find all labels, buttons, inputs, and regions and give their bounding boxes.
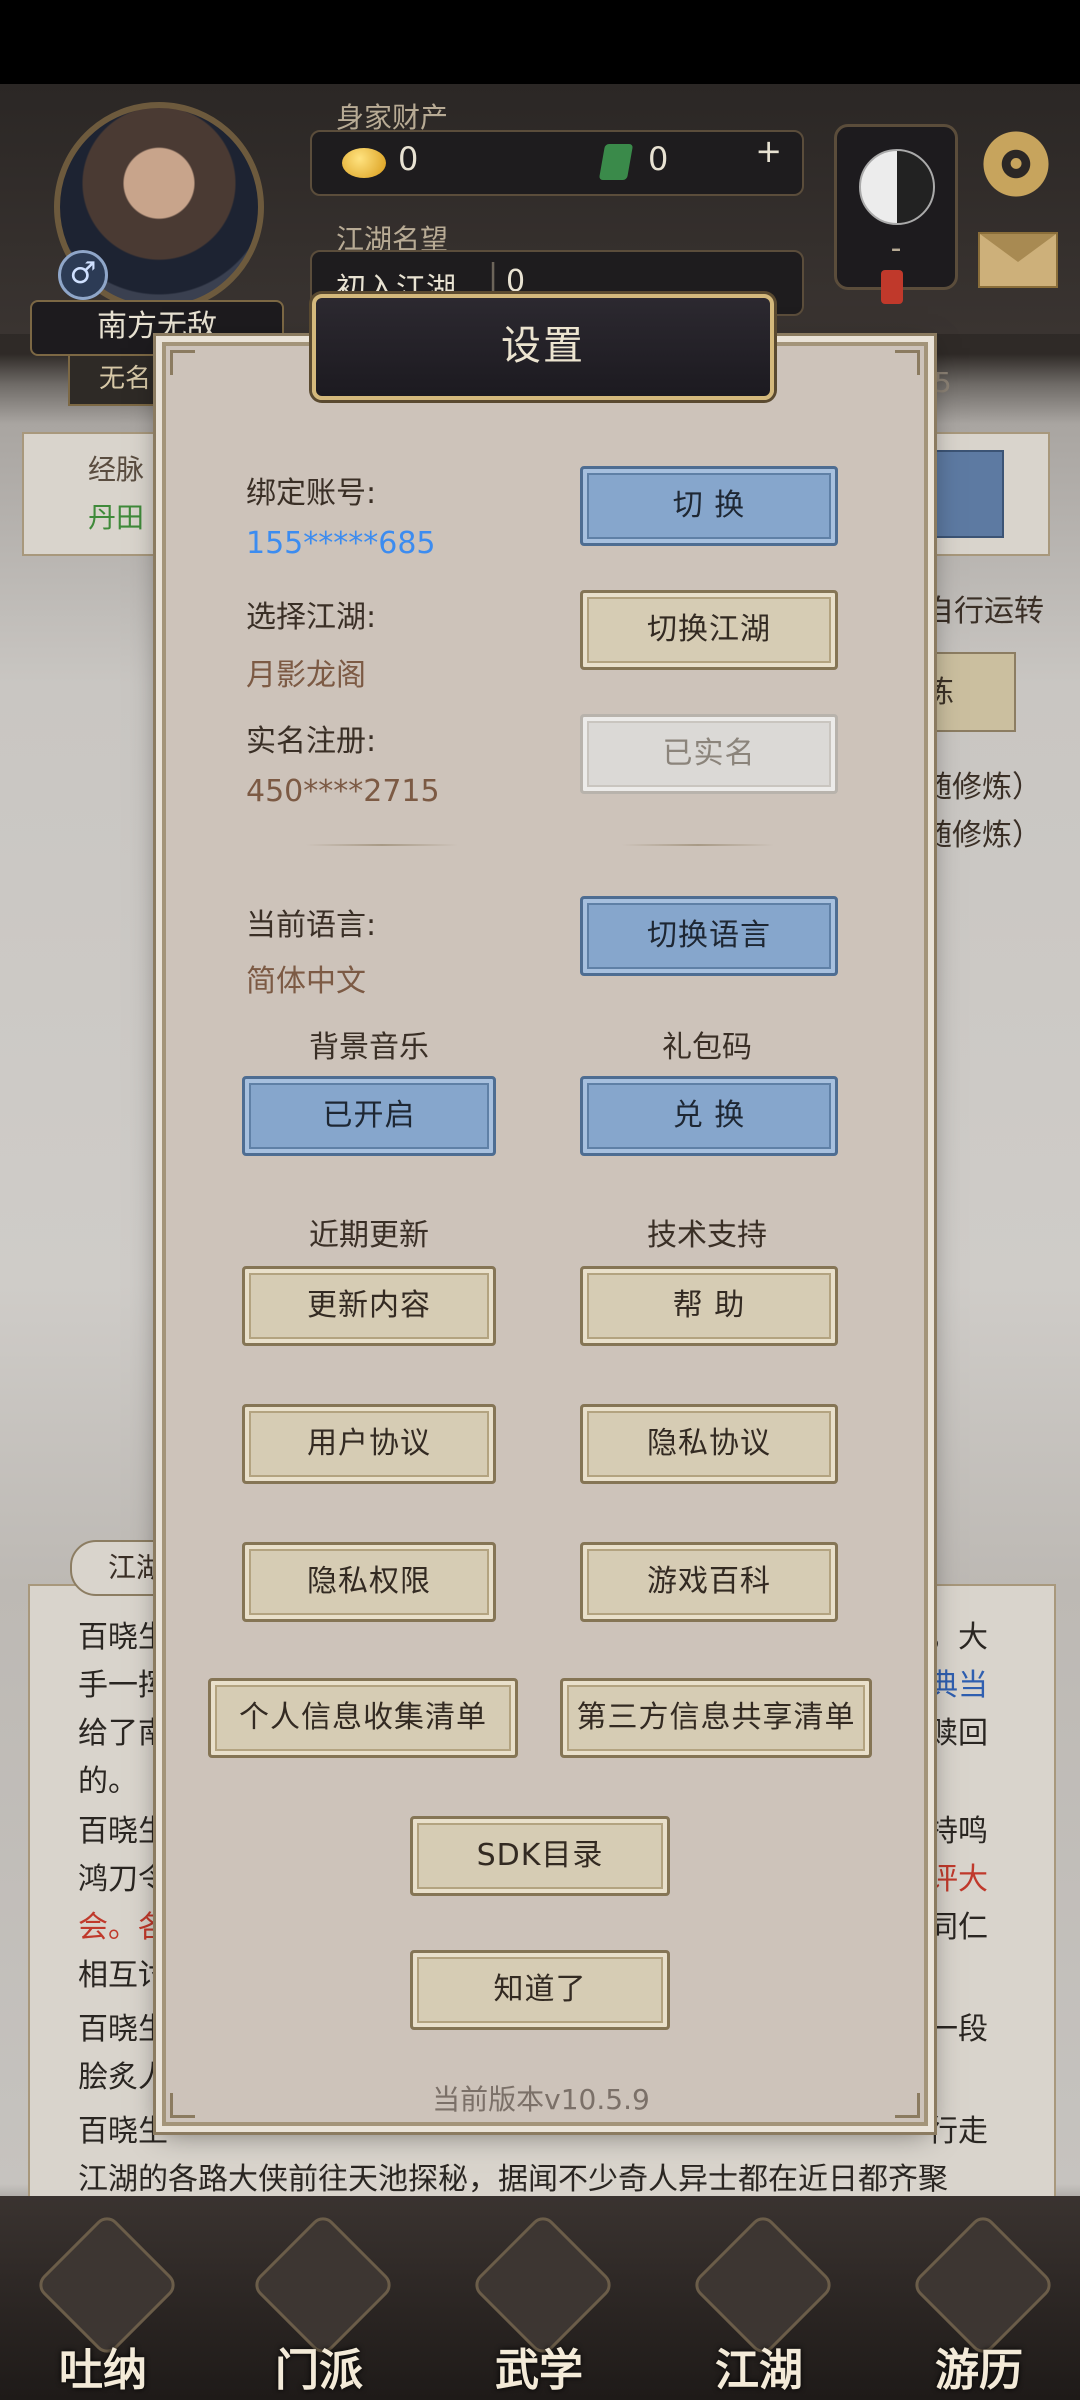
server-label: 选择江湖:: [246, 600, 377, 635]
bgm-label: 背景音乐: [309, 1030, 429, 1065]
update-content-button[interactable]: 更新内容: [242, 1266, 496, 1346]
realname-label: 实名注册:: [246, 724, 377, 759]
language-label: 当前语言:: [246, 908, 377, 943]
account-label: 绑定账号:: [246, 476, 377, 511]
server-value: 月影龙阁: [246, 658, 366, 693]
corner-ornament: [170, 350, 195, 375]
switch-account-button[interactable]: 切 换: [580, 466, 838, 546]
updates-label: 近期更新: [309, 1218, 429, 1253]
realname-value: 450****2715: [246, 774, 440, 809]
ok-button[interactable]: 知道了: [410, 1950, 670, 2030]
gift-code-label: 礼包码: [662, 1030, 752, 1065]
help-button[interactable]: 帮 助: [580, 1266, 838, 1346]
switch-language-button[interactable]: 切换语言: [580, 896, 838, 976]
corner-ornament: [895, 350, 920, 375]
support-label: 技术支持: [647, 1218, 767, 1253]
redeem-button[interactable]: 兑 换: [580, 1076, 838, 1156]
privacy-agreement-button[interactable]: 隐私协议: [580, 1404, 838, 1484]
personal-info-list-button[interactable]: 个人信息收集清单: [208, 1678, 518, 1758]
third-party-share-list-button[interactable]: 第三方信息共享清单: [560, 1678, 872, 1758]
realname-verified-button[interactable]: 已实名: [580, 714, 838, 794]
dialog-title: 设置: [312, 294, 774, 400]
divider-right: [622, 844, 774, 846]
account-value: 155*****685: [246, 526, 436, 561]
user-agreement-button[interactable]: 用户协议: [242, 1404, 496, 1484]
language-value: 简体中文: [246, 964, 366, 999]
divider-left: [306, 844, 458, 846]
game-wiki-button[interactable]: 游戏百科: [580, 1542, 838, 1622]
bgm-toggle-button[interactable]: 已开启: [242, 1076, 496, 1156]
switch-server-button[interactable]: 切换江湖: [580, 590, 838, 670]
version-text: 当前版本v10.5.9: [432, 2083, 650, 2116]
privacy-permission-button[interactable]: 隐私权限: [242, 1542, 496, 1622]
sdk-list-button[interactable]: SDK目录: [410, 1816, 670, 1896]
